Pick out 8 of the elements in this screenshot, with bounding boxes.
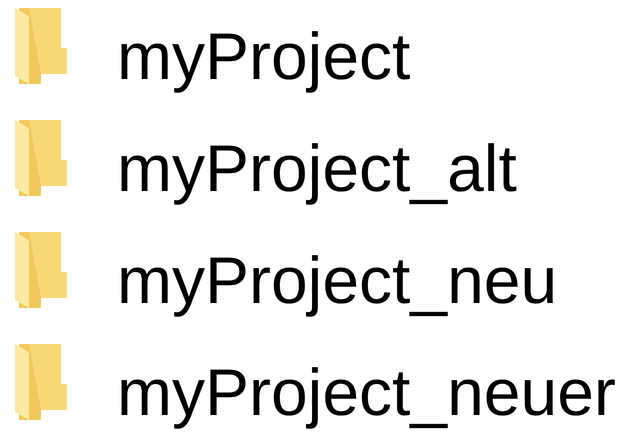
folder-name[interactable]: myProject_alt <box>117 126 517 210</box>
folder-name[interactable]: myProject <box>117 14 410 98</box>
folder-icon <box>15 232 69 308</box>
folder-icon <box>15 344 69 420</box>
folder-name[interactable]: myProject_neu <box>117 238 558 322</box>
folder-icon <box>15 8 69 84</box>
folder-icon <box>15 120 69 196</box>
folder-name[interactable]: myProject_neuer <box>117 350 616 434</box>
